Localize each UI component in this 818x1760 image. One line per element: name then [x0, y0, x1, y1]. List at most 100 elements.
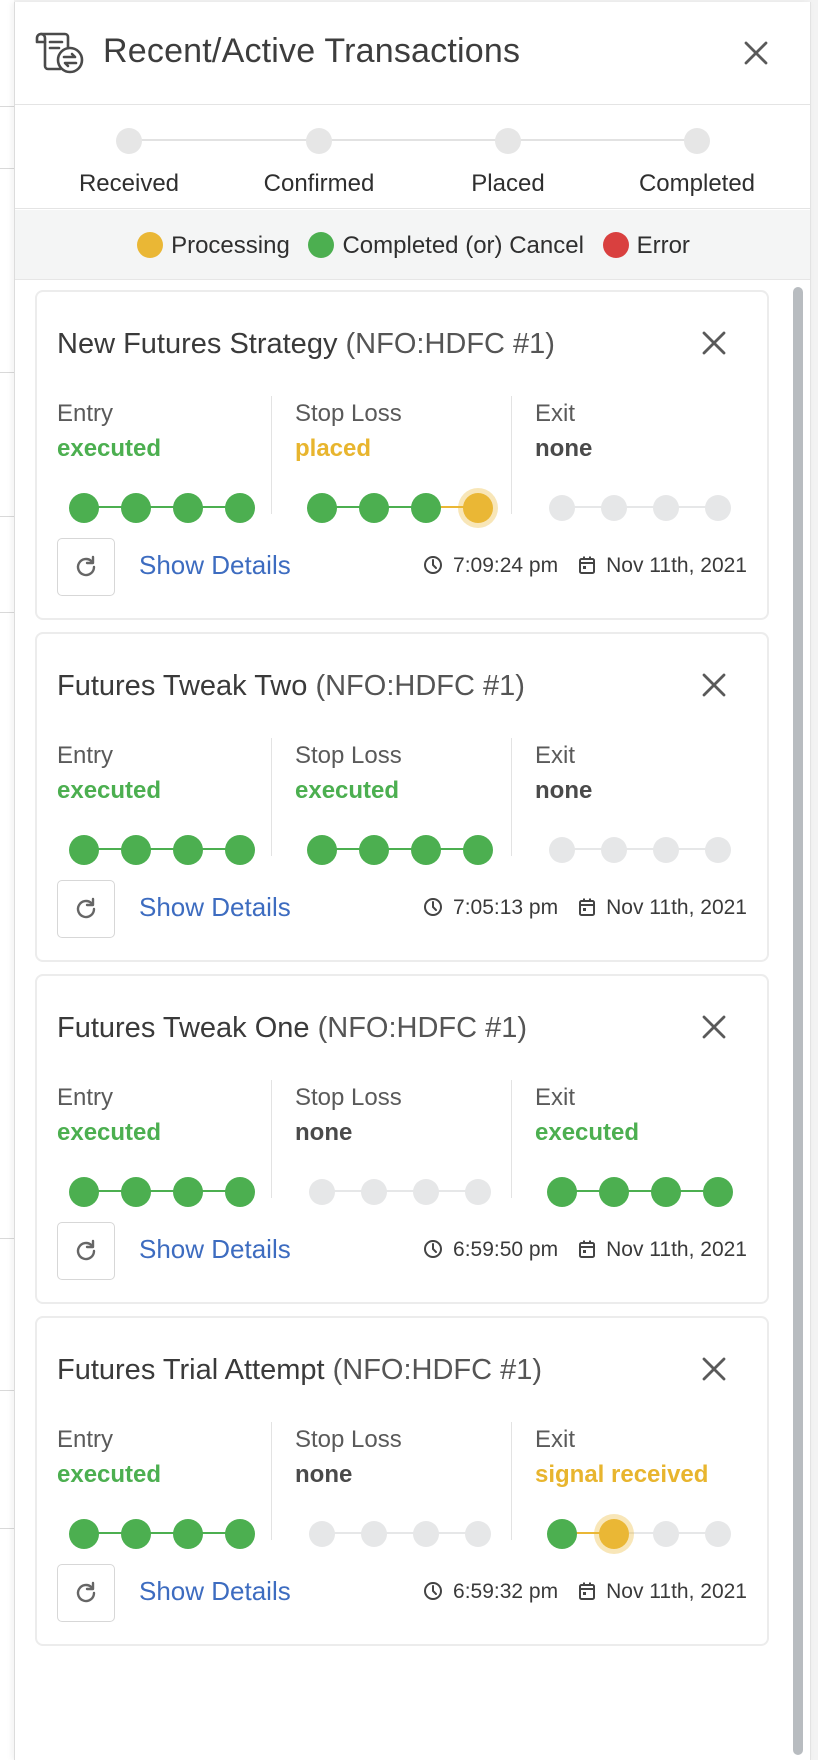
refresh-button[interactable] — [57, 880, 115, 938]
scrollbar[interactable] — [790, 284, 806, 1760]
transaction-time: 7:05:13 pm — [453, 896, 559, 919]
transaction-title: Futures Tweak One (NFO:HDFC #1) — [57, 1012, 527, 1045]
exit-status: executed — [535, 1119, 640, 1146]
entry-status: executed — [57, 435, 162, 462]
transaction-title: Futures Trial Attempt (NFO:HDFC #1) — [57, 1354, 542, 1387]
step-label: Completed — [638, 170, 756, 197]
transaction-timestamp: 7:05:13 pm Nov 11th, 2021 — [423, 896, 747, 923]
strategy-symbol: (NFO:HDFC #1) — [317, 1012, 528, 1044]
scrollbar-thumb[interactable] — [793, 287, 803, 1755]
step-label: Placed — [471, 170, 545, 197]
exit-status: none — [535, 435, 593, 462]
progress-dot-grey — [361, 1521, 387, 1547]
progress-dot-green — [225, 493, 255, 523]
progress-dot-green — [225, 1177, 255, 1207]
strategy-name: Futures Tweak One — [57, 1012, 310, 1044]
legend-error: Error — [602, 232, 690, 260]
stop-loss-progress-track — [307, 1174, 491, 1208]
step-confirmed: Confirmed — [229, 128, 409, 198]
entry-status: executed — [57, 777, 162, 804]
progress-dot-green — [307, 835, 337, 865]
transaction-time: 6:59:50 pm — [453, 1238, 559, 1261]
entry-column: Entry executed — [57, 1084, 277, 1207]
transaction-date: Nov 11th, 2021 — [606, 896, 747, 919]
stop-loss-status: none — [295, 1461, 353, 1488]
step-dot — [684, 128, 710, 154]
refresh-button[interactable] — [57, 1564, 115, 1622]
entry-progress-track — [69, 832, 255, 866]
stop-loss-progress-track — [307, 832, 493, 866]
status-stepper: Received Confirmed Placed Completed — [15, 106, 810, 209]
close-icon[interactable] — [699, 328, 729, 358]
progress-dot-grey — [549, 495, 575, 521]
background-divider — [0, 106, 14, 107]
step-dot — [306, 128, 332, 154]
progress-dot-grey — [309, 1179, 335, 1205]
panel-title: Recent/Active Transactions — [103, 32, 521, 70]
column-divider — [511, 738, 512, 856]
progress-dot-green — [307, 493, 337, 523]
show-details-link[interactable]: Show Details — [139, 550, 291, 581]
exit-progress-track — [547, 1174, 733, 1208]
progress-dot-grey — [309, 1521, 335, 1547]
progress-dot-grey — [549, 837, 575, 863]
stop-loss-label: Stop Loss — [295, 1084, 402, 1111]
step-dot — [495, 128, 521, 154]
close-icon[interactable] — [699, 1012, 729, 1042]
progress-dot-grey — [705, 837, 731, 863]
background-divider — [0, 612, 14, 613]
show-details-link[interactable]: Show Details — [139, 1576, 291, 1607]
refresh-button[interactable] — [57, 538, 115, 596]
stop-loss-column: Stop Loss placed — [295, 400, 515, 523]
refresh-button[interactable] — [57, 1222, 115, 1280]
transaction-title: Futures Tweak Two (NFO:HDFC #1) — [57, 670, 525, 703]
show-details-link[interactable]: Show Details — [139, 892, 291, 923]
column-divider — [511, 1080, 512, 1198]
exit-label: Exit — [535, 1084, 576, 1111]
entry-column: Entry executed — [57, 1426, 277, 1549]
exit-label: Exit — [535, 1426, 576, 1453]
background-divider — [0, 1528, 14, 1529]
progress-dot-green — [69, 1519, 99, 1549]
close-icon[interactable] — [741, 38, 771, 68]
stop-loss-status: none — [295, 1119, 353, 1146]
refresh-icon — [76, 1581, 96, 1603]
refresh-icon — [76, 897, 96, 919]
calendar-icon — [578, 897, 596, 923]
column-divider — [271, 1422, 272, 1540]
progress-dot-grey — [705, 495, 731, 521]
progress-dot-grey — [653, 1521, 679, 1547]
progress-dot-green — [173, 835, 203, 865]
progress-dot-green — [359, 835, 389, 865]
exit-column: Exit executed — [535, 1084, 755, 1207]
background-app-strip — [0, 0, 14, 1760]
progress-dot-green — [651, 1177, 681, 1207]
stop-loss-status: executed — [295, 777, 400, 804]
progress-dot-yellow — [599, 1519, 629, 1549]
progress-dot-grey — [705, 1521, 731, 1547]
entry-column: Entry executed — [57, 400, 277, 523]
column-divider — [271, 1080, 272, 1198]
column-divider — [271, 738, 272, 856]
exit-label: Exit — [535, 742, 576, 769]
show-details-link[interactable]: Show Details — [139, 1234, 291, 1265]
refresh-icon — [76, 555, 96, 577]
close-icon[interactable] — [699, 1354, 729, 1384]
stop-loss-label: Stop Loss — [295, 742, 402, 769]
column-divider — [511, 396, 512, 514]
transaction-title: New Futures Strategy (NFO:HDFC #1) — [57, 328, 555, 361]
stop-loss-column: Stop Loss none — [295, 1084, 515, 1205]
progress-dot-grey — [601, 837, 627, 863]
progress-dot-grey — [653, 495, 679, 521]
progress-dot-grey — [653, 837, 679, 863]
close-icon[interactable] — [699, 670, 729, 700]
entry-status: executed — [57, 1461, 162, 1488]
exit-progress-track — [547, 490, 731, 524]
stop-loss-label: Stop Loss — [295, 400, 402, 427]
progress-dot-green — [703, 1177, 733, 1207]
calendar-icon — [578, 555, 596, 581]
progress-dot-green — [173, 1519, 203, 1549]
legend-dot — [602, 232, 629, 258]
entry-label: Entry — [57, 1426, 114, 1453]
progress-dot-green — [69, 493, 99, 523]
